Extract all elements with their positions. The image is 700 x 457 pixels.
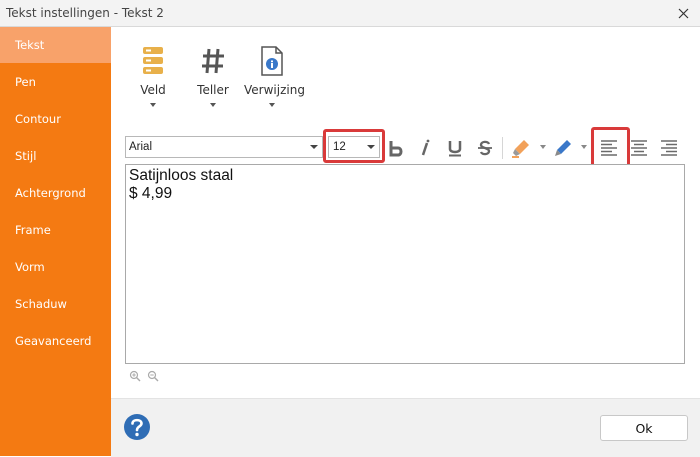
counter-button[interactable]: Teller bbox=[191, 45, 235, 107]
highlighter-icon bbox=[512, 140, 529, 158]
italic-icon bbox=[421, 139, 430, 156]
align-center-button[interactable] bbox=[627, 136, 651, 160]
sidebar-item-vorm[interactable]: Vorm bbox=[0, 249, 111, 285]
chevron-down-icon bbox=[150, 103, 156, 107]
pen-icon bbox=[555, 140, 571, 156]
reference-button-label: Verwijzing bbox=[244, 83, 305, 97]
zoom-in-icon[interactable] bbox=[129, 370, 141, 382]
field-button[interactable]: Veld bbox=[133, 45, 173, 107]
underline-button[interactable] bbox=[443, 136, 467, 160]
align-right-icon bbox=[661, 140, 677, 156]
font-family-value: Arial bbox=[129, 141, 153, 153]
font-family-select[interactable]: Arial bbox=[125, 136, 323, 158]
close-button[interactable] bbox=[672, 2, 694, 24]
reference-button[interactable]: Verwijzing bbox=[244, 45, 305, 107]
editor-line: Satijnloos staal bbox=[129, 167, 234, 184]
font-size-highlight bbox=[323, 129, 385, 163]
dialog-footer: Ok bbox=[111, 398, 700, 457]
zoom-out-icon[interactable] bbox=[147, 370, 159, 382]
align-left-highlight bbox=[591, 127, 630, 169]
sidebar-item-achtergrond[interactable]: Achtergrond bbox=[0, 175, 111, 211]
sidebar-item-geavanceerd[interactable]: Geavanceerd bbox=[0, 323, 111, 359]
bold-icon bbox=[389, 141, 403, 157]
pen-color-button[interactable] bbox=[551, 136, 575, 160]
window-title: Tekst instellingen - Tekst 2 bbox=[6, 6, 164, 20]
chevron-down-icon bbox=[310, 145, 318, 149]
italic-button[interactable] bbox=[413, 136, 437, 160]
underline-icon bbox=[448, 141, 462, 157]
document-info-icon bbox=[261, 46, 283, 76]
sidebar-item-stijl[interactable]: Stijl bbox=[0, 138, 111, 174]
toolbar-separator bbox=[502, 137, 503, 159]
sidebar-item-tekst[interactable]: Tekst bbox=[0, 27, 111, 63]
help-icon[interactable] bbox=[123, 413, 151, 441]
text-editor[interactable]: Satijnloos staal $ 4,99 bbox=[125, 164, 685, 364]
bold-button[interactable] bbox=[384, 136, 408, 160]
title-bar: Tekst instellingen - Tekst 2 bbox=[0, 0, 700, 27]
database-icon bbox=[143, 47, 163, 74]
ok-button[interactable]: Ok bbox=[600, 415, 688, 441]
chevron-down-icon[interactable] bbox=[581, 145, 587, 149]
editor-line: $ 4,99 bbox=[129, 185, 173, 202]
chevron-down-icon bbox=[210, 103, 216, 107]
align-center-icon bbox=[631, 140, 647, 156]
close-icon bbox=[678, 8, 688, 18]
chevron-down-icon bbox=[269, 103, 275, 107]
sidebar: Tekst Pen Contour Stijl Achtergrond Fram… bbox=[0, 27, 111, 456]
align-right-button[interactable] bbox=[657, 136, 681, 160]
sidebar-item-schaduw[interactable]: Schaduw bbox=[0, 286, 111, 322]
hash-icon bbox=[202, 48, 224, 74]
text-settings-panel: Veld Teller Verwijzing Arial 12 Satijnlo… bbox=[111, 27, 700, 397]
sidebar-item-pen[interactable]: Pen bbox=[0, 64, 111, 100]
sidebar-item-contour[interactable]: Contour bbox=[0, 101, 111, 137]
strikethrough-icon bbox=[478, 140, 492, 156]
sidebar-item-frame[interactable]: Frame bbox=[0, 212, 111, 248]
counter-button-label: Teller bbox=[197, 83, 229, 97]
chevron-down-icon[interactable] bbox=[540, 145, 546, 149]
field-button-label: Veld bbox=[140, 83, 166, 97]
strikethrough-button[interactable] bbox=[473, 136, 497, 160]
highlight-color-button[interactable] bbox=[509, 136, 533, 160]
